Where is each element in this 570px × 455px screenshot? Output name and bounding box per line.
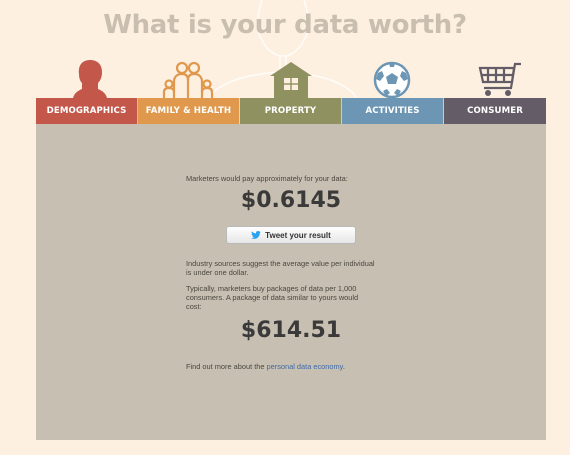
industry-text-line1: Industry sources suggest the average val… — [186, 259, 375, 268]
head-icon — [73, 60, 107, 98]
package-value: $614.51 — [240, 318, 342, 343]
tweet-button[interactable]: Tweet your result — [226, 226, 356, 244]
more-info-text: Find out more about the personal data ec… — [186, 362, 345, 371]
package-text-line3: cost: — [186, 302, 202, 311]
tab-consumer[interactable]: CONSUMER — [444, 98, 546, 124]
tab-activities[interactable]: ACTIVITIES — [342, 98, 444, 124]
result-panel: Marketers would pay approximately for yo… — [36, 124, 546, 440]
tab-family-health[interactable]: FAMILY & HEALTH — [138, 98, 240, 124]
intro-text: Marketers would pay approximately for yo… — [186, 174, 348, 183]
category-tabs: DEMOGRAPHICS FAMILY & HEALTH PROPERTY AC… — [36, 98, 546, 124]
soccer-ball-icon — [373, 61, 411, 99]
shopping-cart-icon — [478, 62, 521, 96]
package-text-line2: consumers. A package of data similar to … — [186, 293, 359, 302]
tab-demographics[interactable]: DEMOGRAPHICS — [36, 98, 138, 124]
family-icon — [162, 61, 214, 98]
tab-property[interactable]: PROPERTY — [240, 98, 342, 124]
tweet-button-label: Tweet your result — [265, 230, 331, 240]
page-title: What is your data worth? — [103, 10, 467, 40]
house-icon — [270, 62, 312, 98]
data-value: $0.6145 — [240, 188, 342, 213]
twitter-bird-icon — [251, 231, 261, 239]
package-text-line1: Typically, marketers buy packages of dat… — [186, 284, 357, 293]
more-info-prefix: Find out more about the — [186, 362, 267, 371]
personal-data-economy-link[interactable]: personal data economy — [267, 362, 343, 371]
industry-text-line2: is under one dollar. — [186, 268, 249, 277]
more-info-suffix: . — [342, 362, 345, 371]
